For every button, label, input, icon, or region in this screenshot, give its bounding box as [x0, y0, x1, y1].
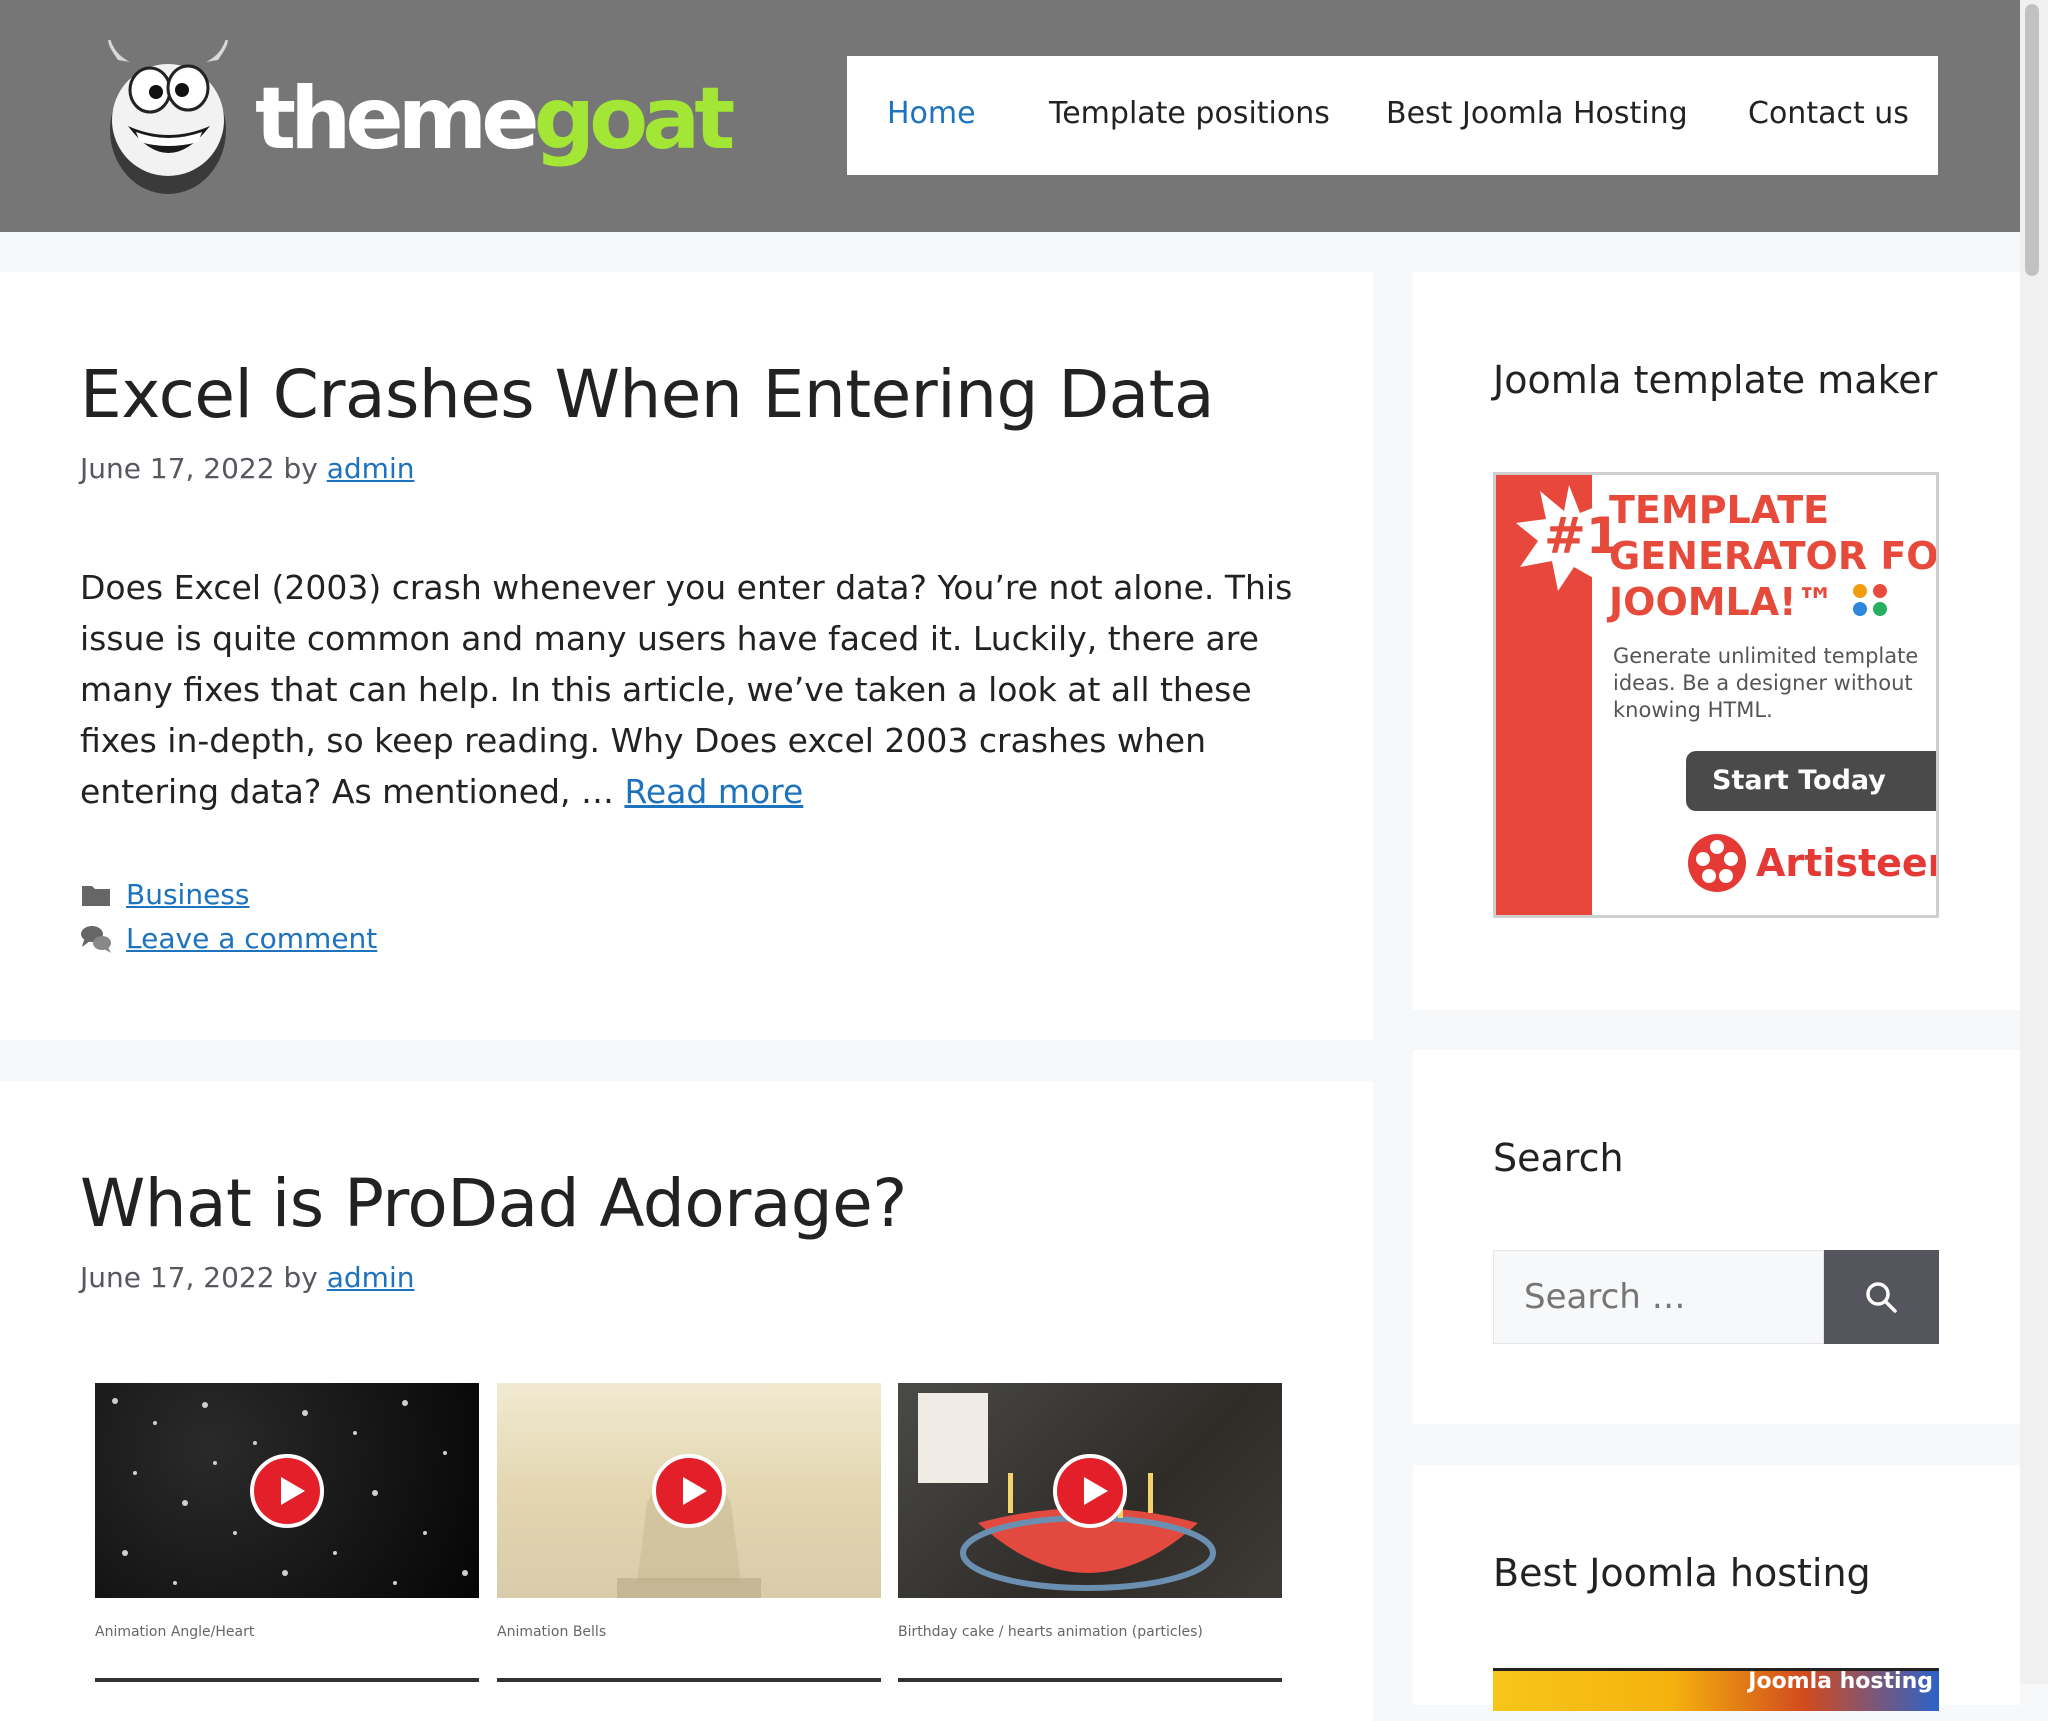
- widget-title: Best Joomla hosting: [1493, 1551, 1871, 1595]
- widget-title: Search: [1493, 1136, 1624, 1180]
- scrollbar-thumb[interactable]: [2025, 4, 2039, 276]
- article-by: by: [283, 452, 318, 485]
- goat-mascot-icon: [108, 40, 228, 194]
- play-icon[interactable]: [652, 1453, 726, 1528]
- read-more-link[interactable]: Read more: [624, 772, 803, 811]
- video-thumbnail[interactable]: [898, 1383, 1282, 1598]
- category-row: Business: [80, 878, 249, 911]
- article-excel-crashes: Excel Crashes When Entering Data June 17…: [0, 272, 1373, 1040]
- video-thumbnail-edge: [497, 1678, 881, 1682]
- nav-template-positions[interactable]: Template positions: [1049, 96, 1330, 131]
- video-thumbnail-edge: [95, 1678, 479, 1682]
- nav-home[interactable]: Home: [887, 96, 976, 131]
- search-input[interactable]: [1493, 1250, 1824, 1344]
- article-excerpt: Does Excel (2003) crash whenever you ent…: [80, 562, 1310, 817]
- article-title[interactable]: What is ProDad Adorage?: [80, 1165, 907, 1242]
- widget-hosting: Best Joomla hosting Joomla hosting: [1413, 1465, 2020, 1711]
- video-caption: Birthday cake / hearts animation (partic…: [898, 1624, 1203, 1640]
- artisteer-brand: Artisteer: [1686, 827, 1936, 899]
- article-meta: June 17, 2022 by admin: [80, 1261, 414, 1294]
- category-link[interactable]: Business: [126, 878, 249, 911]
- ad-headline: TEMPLATE GENERATOR FOR JOOMLA!™: [1609, 488, 1939, 624]
- widget-title: Joomla template maker: [1493, 358, 1938, 402]
- start-today-button[interactable]: Start Today: [1686, 751, 1936, 811]
- widget-template-maker: Joomla template maker #1 TEMPLATE GENERA…: [1413, 272, 2020, 1010]
- video-thumbnail[interactable]: [497, 1383, 881, 1598]
- play-icon[interactable]: [1053, 1453, 1127, 1528]
- ad-body-text: Generate unlimited template ideas. Be a …: [1613, 644, 1919, 722]
- site-logo[interactable]: themegoat: [100, 40, 735, 196]
- artisteer-ad-banner[interactable]: #1 TEMPLATE GENERATOR FOR JOOMLA!™ Gener…: [1493, 472, 1939, 918]
- video-thumbnail-edge: [898, 1678, 1282, 1682]
- film-reel-icon: [1688, 834, 1746, 892]
- video-thumbnail[interactable]: [95, 1383, 479, 1598]
- search-button[interactable]: [1824, 1250, 1939, 1344]
- article-date: June 17, 2022: [80, 1261, 275, 1294]
- site-logo-text: themegoat: [255, 69, 735, 169]
- joomla-logo-icon: [1852, 584, 1887, 616]
- folder-icon: [82, 885, 110, 906]
- play-icon[interactable]: [250, 1453, 324, 1528]
- article-date: June 17, 2022: [80, 452, 275, 485]
- hosting-banner-text: Joomla hosting: [1748, 1669, 1933, 1694]
- video-caption: Animation Bells: [497, 1624, 607, 1640]
- site-header: themegoat Home Template positions Best J…: [0, 0, 2020, 232]
- joomla-hosting-banner[interactable]: Joomla hosting: [1493, 1668, 1939, 1711]
- article-prodad-adorage: What is ProDad Adorage? June 17, 2022 by…: [0, 1081, 1373, 1721]
- article-by: by: [283, 1261, 318, 1294]
- nav-contact-us[interactable]: Contact us: [1748, 96, 1909, 131]
- comment-row: Leave a comment: [80, 922, 377, 955]
- article-meta: June 17, 2022 by admin: [80, 452, 414, 485]
- article-title[interactable]: Excel Crashes When Entering Data: [80, 356, 1214, 433]
- video-caption: Animation Angle/Heart: [95, 1624, 255, 1640]
- widget-search: Search: [1413, 1050, 2020, 1424]
- main-nav: Home Template positions Best Joomla Host…: [847, 56, 1938, 175]
- author-link[interactable]: admin: [327, 1261, 415, 1294]
- search-icon: [1866, 1282, 1897, 1313]
- author-link[interactable]: admin: [327, 452, 415, 485]
- nav-best-joomla-hosting[interactable]: Best Joomla Hosting: [1386, 96, 1688, 131]
- starburst-icon: #1: [1516, 485, 1622, 591]
- comments-icon: [81, 925, 111, 953]
- leave-comment-link[interactable]: Leave a comment: [126, 922, 377, 955]
